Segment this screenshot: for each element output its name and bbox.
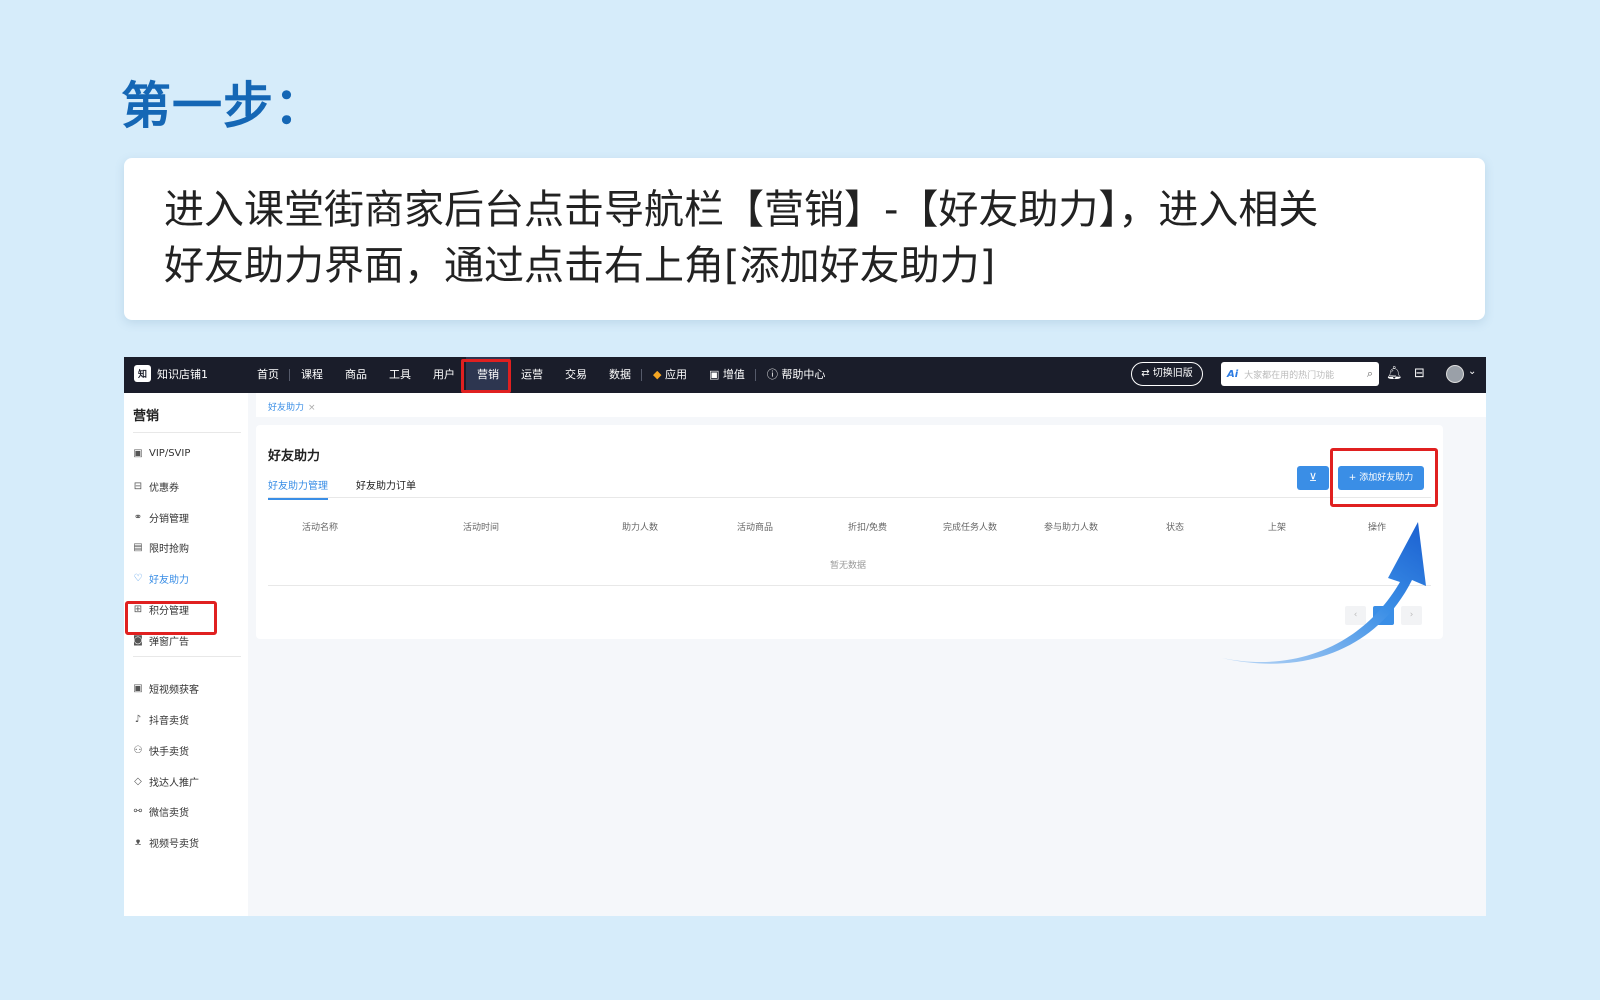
nav-apps-label: 应用 <box>664 368 687 381</box>
nav-item-data[interactable]: 数据 <box>598 357 642 393</box>
filter-icon: ⊻ <box>1308 471 1318 484</box>
chevron-down-icon[interactable]: ⌄ <box>1468 366 1476 377</box>
sidebar-item-vip[interactable]: ▣ VIP/SVIP <box>133 448 190 459</box>
sidebar-item-influencer[interactable]: ◇ 找达人推广 <box>133 774 199 789</box>
nav-item-apps[interactable]: ◆ 应用 <box>642 357 698 393</box>
sidebar-item-label: 限时抢购 <box>149 544 189 555</box>
shop-name: 知识店铺1 <box>157 367 208 381</box>
nav-item-goods[interactable]: 商品 <box>334 357 378 393</box>
sidebar-divider <box>133 432 241 433</box>
instruction-line-2: 好友助力界面，通过点击右上角[添加好友助力] <box>164 243 996 289</box>
help-icon: ⓘ <box>766 368 778 381</box>
store-icon[interactable]: ⊟ <box>1414 366 1425 381</box>
sidebar-item-label: 视频号卖货 <box>149 839 199 850</box>
ai-icon: Ai <box>1227 368 1239 380</box>
sidebar-item-label: 抖音卖货 <box>149 716 189 727</box>
sidebar-item-popup-ad[interactable]: ◙ 弹窗广告 <box>133 633 189 648</box>
sidebar-item-label: 弹窗广告 <box>149 637 189 648</box>
column-header: 活动商品 <box>737 523 774 533</box>
column-header: 助力人数 <box>622 523 659 533</box>
sidebar: 营销 ▣ VIP/SVIP ⊟ 优惠券 ⚭ 分销管理 ▤ 限时抢购 ♡ 好友助力 ⊞ 积分管… <box>124 393 248 916</box>
add-button-highlight-box <box>1330 448 1438 507</box>
search-icon[interactable]: ⌕ <box>1367 367 1373 381</box>
empty-state: 暂无数据 <box>830 561 867 571</box>
sidebar-title: 营销 <box>133 409 160 424</box>
sidebar-item-label: 短视频获客 <box>149 685 199 696</box>
nav-item-operations[interactable]: 运营 <box>510 357 554 393</box>
friend-assist-highlight-box <box>125 601 217 635</box>
nav-item-home[interactable]: 首页 <box>246 357 290 393</box>
gift-icon: ▤ <box>133 542 143 553</box>
sidebar-item-channels[interactable]: ᴥ 视频号卖货 <box>133 835 199 850</box>
sidebar-item-coupon[interactable]: ⊟ 优惠券 <box>133 479 179 494</box>
page-title: 好友助力 <box>268 449 321 464</box>
filter-button[interactable]: ⊻ <box>1297 466 1329 490</box>
pointer-arrow-icon <box>1222 522 1426 664</box>
sidebar-item-short-video[interactable]: ▣ 短视频获客 <box>133 681 199 696</box>
column-header: 活动名称 <box>302 523 339 533</box>
kuaishou-icon: ⚇ <box>133 745 143 756</box>
breadcrumb: 好友助力 × <box>256 393 1486 417</box>
column-header: 状态 <box>1166 523 1185 533</box>
sidebar-item-label: 优惠券 <box>149 483 179 494</box>
logo-icon: 知 <box>134 365 151 382</box>
search-placeholder: 大家都在用的热门功能 <box>1244 370 1335 381</box>
tab-divider <box>268 497 1431 498</box>
vip-icon: ▣ <box>133 448 143 459</box>
sidebar-item-label: VIP/SVIP <box>149 448 191 459</box>
assist-icon: ♡ <box>133 573 143 584</box>
sidebar-item-label: 微信卖货 <box>149 808 189 819</box>
nav-item-users[interactable]: 用户 <box>422 357 466 393</box>
douyin-icon: ♪ <box>134 714 142 725</box>
nav-item-value-added[interactable]: ▣ 增值 <box>698 357 756 393</box>
column-header: 折扣/免费 <box>848 523 888 533</box>
avatar[interactable] <box>1446 365 1464 383</box>
popup-icon: ◙ <box>133 635 143 646</box>
sidebar-divider <box>133 656 241 657</box>
switch-old-version-button[interactable]: ⇄ 切换旧版 <box>1131 362 1203 386</box>
diamond-icon: ◇ <box>134 776 142 787</box>
switch-icon: ⇄ <box>1141 368 1150 379</box>
instruction-card: 进入课堂街商家后台点击导航栏【营销】-【好友助力】，进入相关 好友助力界面，通过… <box>124 158 1485 320</box>
column-header: 参与助力人数 <box>1044 523 1099 533</box>
nav-item-help[interactable]: ⓘ 帮助中心 <box>756 357 837 393</box>
close-icon[interactable]: × <box>308 403 316 413</box>
sidebar-item-label: 好友助力 <box>149 575 189 586</box>
coupon-icon: ⊟ <box>133 481 143 492</box>
chart-icon: ▣ <box>708 368 720 381</box>
nav-menu: 首页 课程 商品 工具 用户 营销 运营 交易 数据 ◆ 应用 ▣ 增值 ⓘ 帮… <box>246 357 836 393</box>
sidebar-item-flash-sale[interactable]: ▤ 限时抢购 <box>133 540 189 555</box>
sidebar-item-distribution[interactable]: ⚭ 分销管理 <box>133 510 189 525</box>
nav-item-course[interactable]: 课程 <box>290 357 334 393</box>
sidebar-item-label: 分销管理 <box>149 514 189 525</box>
nav-item-trade[interactable]: 交易 <box>554 357 598 393</box>
search-box[interactable]: Ai 大家都在用的热门功能 ⌕ <box>1221 362 1379 386</box>
column-header: 完成任务人数 <box>943 523 998 533</box>
breadcrumb-tab[interactable]: 好友助力 <box>268 403 304 413</box>
channels-icon: ᴥ <box>134 837 142 848</box>
top-nav-bar: 知 知识店铺1 首页 课程 商品 工具 用户 营销 运营 交易 数据 ◆ 应用 … <box>124 357 1486 393</box>
instruction-line-1: 进入课堂街商家后台点击导航栏【营销】-【好友助力】，进入相关 <box>164 187 1319 233</box>
marketing-highlight-box <box>461 359 511 393</box>
sidebar-item-friend-assist[interactable]: ♡ 好友助力 <box>133 571 189 586</box>
sidebar-item-kuaishou[interactable]: ⚇ 快手卖货 <box>133 743 189 758</box>
apps-icon: ◆ <box>653 368 662 381</box>
step-title: 第一步： <box>121 77 325 135</box>
sidebar-item-douyin[interactable]: ♪ 抖音卖货 <box>133 712 189 727</box>
nav-help-label: 帮助中心 <box>781 368 826 381</box>
sidebar-item-wechat[interactable]: ⚯ 微信卖货 <box>133 804 189 819</box>
column-header: 活动时间 <box>463 523 500 533</box>
share-icon: ⚭ <box>133 512 143 523</box>
sidebar-item-label: 快手卖货 <box>149 747 189 758</box>
video-icon: ▣ <box>133 683 143 694</box>
bell-icon[interactable]: 🔔︎ <box>1386 366 1403 381</box>
sidebar-item-label: 找达人推广 <box>149 778 199 789</box>
nav-value-label: 增值 <box>722 368 745 381</box>
wechat-icon: ⚯ <box>133 806 143 817</box>
shop-logo[interactable]: 知 知识店铺1 <box>134 365 208 382</box>
nav-item-tools[interactable]: 工具 <box>378 357 422 393</box>
old-version-label: 切换旧版 <box>1152 368 1193 379</box>
